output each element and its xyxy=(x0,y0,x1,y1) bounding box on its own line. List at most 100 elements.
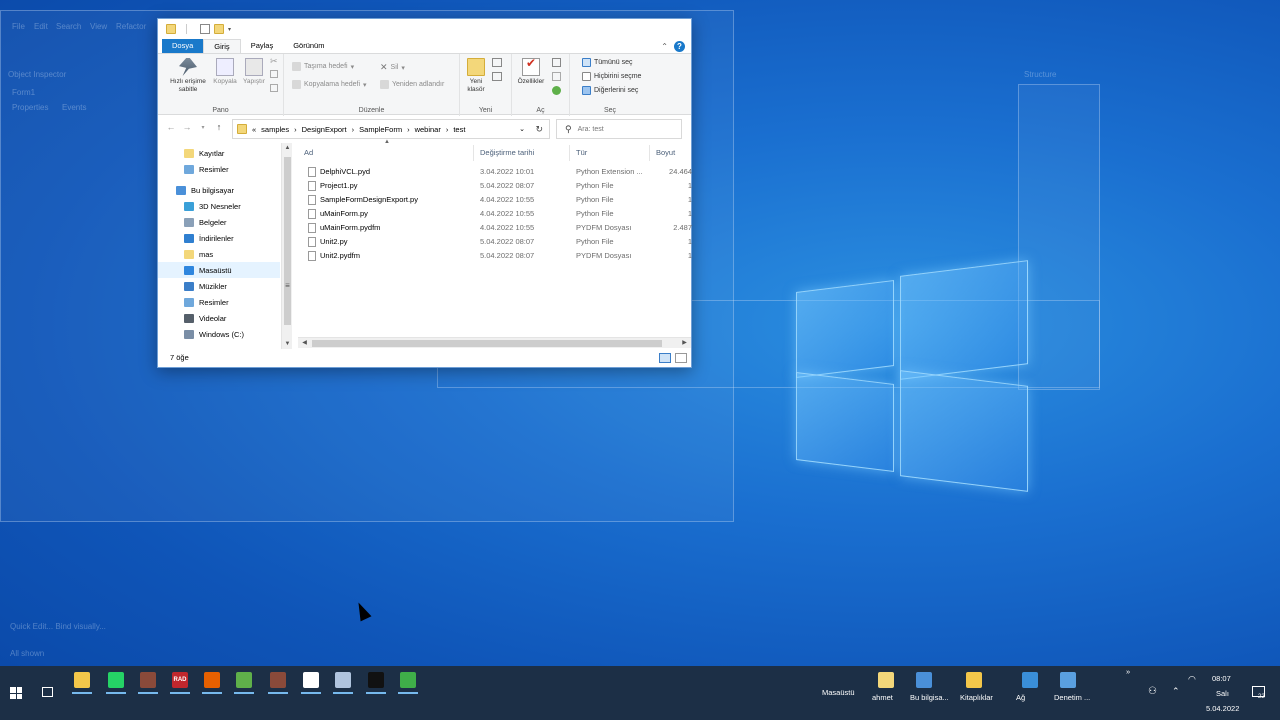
file-row[interactable]: Unit2.pydfm 5.04.2022 08:07 PYDFM Dosyası 1 xyxy=(298,249,692,263)
help-icon[interactable]: ? xyxy=(674,41,685,52)
back-icon[interactable]: ← xyxy=(166,122,176,132)
toolbar-shortcut-label[interactable]: Kitaplıklar xyxy=(960,693,993,702)
copy-to-button[interactable]: Kopyalama hedefi ▾ xyxy=(292,80,367,89)
paste-shortcut-icon[interactable] xyxy=(270,84,278,92)
nav-item[interactable]: Bu bilgisayar xyxy=(158,182,280,198)
chevron-up-icon[interactable]: ⌃ xyxy=(1172,686,1180,697)
nav-scrollbar[interactable]: ▲ ▼ ≡ xyxy=(281,143,292,349)
column-type[interactable]: Tür xyxy=(570,145,650,161)
scroll-up-icon[interactable]: ▲ xyxy=(282,145,293,151)
delete-button[interactable]: ✕ Sil ▾ xyxy=(380,62,405,73)
scroll-right-icon[interactable]: ▶ xyxy=(679,339,690,346)
nav-item[interactable]: mas xyxy=(158,246,280,262)
terminal-icon[interactable] xyxy=(368,672,384,688)
file-row[interactable]: Project1.py 5.04.2022 08:07 Python File 1 xyxy=(298,179,692,193)
tab-home[interactable]: Giriş xyxy=(203,39,241,53)
toolbar-shortcut-label[interactable]: Ağ xyxy=(1016,693,1025,702)
invert-selection-button[interactable]: Diğerlerini seç xyxy=(582,86,638,95)
settings-icon[interactable] xyxy=(303,672,319,688)
ribbon-collapse-icon[interactable]: ⌃ xyxy=(661,42,668,51)
open-icon[interactable] xyxy=(552,58,561,67)
pin-quick-access-button[interactable]: Hızlı erişime sabitle xyxy=(164,58,212,94)
paste-button[interactable]: Yapıştır xyxy=(240,58,268,86)
task-view-icon[interactable] xyxy=(42,687,53,697)
recent-dropdown-icon[interactable]: ▾ xyxy=(198,124,208,131)
app-icon[interactable] xyxy=(140,672,156,688)
toolbar-shortcut-label[interactable]: Denetim ... xyxy=(1054,693,1090,702)
column-size[interactable]: Boyut xyxy=(650,145,694,161)
nav-item[interactable]: Belgeler xyxy=(158,214,280,230)
toolbar-shortcut-icon[interactable] xyxy=(1022,672,1038,688)
toolbar-shortcut-icon[interactable] xyxy=(916,672,932,688)
file-explorer-window[interactable]: ▾ Dosya Giriş Paylaş Görünüm ⌃ ? Hızlı e… xyxy=(157,18,692,368)
new-item-icon[interactable] xyxy=(492,58,502,67)
address-bar[interactable]: « samples › DesignExport › SampleForm › web… xyxy=(232,119,550,139)
tab-share[interactable]: Paylaş xyxy=(241,39,284,53)
scroll-down-icon[interactable]: ▼ xyxy=(282,341,293,347)
quick-access-dropdown-icon[interactable]: ▾ xyxy=(228,26,231,33)
toolbar-shortcut-label[interactable]: Bu bilgisa... xyxy=(910,693,949,702)
hscroll-thumb[interactable] xyxy=(312,340,662,347)
nav-item[interactable]: Resimler xyxy=(158,161,280,177)
toolbar-shortcut-icon[interactable] xyxy=(966,672,982,688)
start-windows-icon[interactable] xyxy=(10,687,22,699)
whatsapp-icon[interactable] xyxy=(108,672,124,688)
history-icon[interactable] xyxy=(552,86,561,95)
column-date[interactable]: Değiştirme tarihi xyxy=(474,145,570,161)
nav-item[interactable]: 3D Nesneler xyxy=(158,198,280,214)
clock-time[interactable]: 08:07 xyxy=(1212,674,1231,683)
clock-date[interactable]: 5.04.2022 xyxy=(1206,704,1239,713)
details-view-icon[interactable] xyxy=(659,353,671,363)
move-to-button[interactable]: Taşıma hedefi ▾ xyxy=(292,62,354,71)
network-icon[interactable]: ◠ xyxy=(1188,674,1196,685)
nav-item[interactable]: Videolar xyxy=(158,310,280,326)
file-row[interactable]: uMainForm.pydfm 4.04.2022 10:55 PYDFM Dosy… xyxy=(298,221,692,235)
scroll-thumb[interactable] xyxy=(284,157,291,325)
taskbar-overflow-icon[interactable]: » xyxy=(1126,667,1130,676)
breadcrumb-test[interactable]: test xyxy=(453,125,465,134)
scroll-left-icon[interactable]: ◀ xyxy=(299,339,310,346)
file-row[interactable]: uMainForm.py 4.04.2022 10:55 Python File 1 xyxy=(298,207,692,221)
forward-icon[interactable]: → xyxy=(182,122,192,132)
breadcrumb-overflow[interactable]: « xyxy=(252,125,256,134)
rename-button[interactable]: Yeniden adlandır xyxy=(380,80,444,89)
properties-button[interactable]: ✔ Özellikler xyxy=(514,57,548,86)
address-dropdown-icon[interactable]: ⌄ xyxy=(519,125,525,133)
virtualbox-icon[interactable] xyxy=(335,672,351,688)
properties-quick-icon[interactable] xyxy=(200,24,210,34)
navigation-pane[interactable]: Kayıtlar Resimler Bu bilgisayar 3D Nesneler… xyxy=(158,143,292,349)
refresh-icon[interactable]: ↻ xyxy=(535,124,543,135)
nav-item[interactable]: Resimler xyxy=(158,294,280,310)
tab-view[interactable]: Görünüm xyxy=(283,39,334,53)
python-icon[interactable] xyxy=(400,672,416,688)
notepad-icon[interactable] xyxy=(236,672,252,688)
file-row[interactable]: DelphiVCL.pyd 3.04.2022 10:01 Python Exten… xyxy=(298,165,692,179)
edit-icon[interactable] xyxy=(552,72,561,81)
toolbar-shortcut-label[interactable]: ahmet xyxy=(872,693,893,702)
breadcrumb-sampleform[interactable]: SampleForm xyxy=(359,125,402,134)
rad-studio-icon[interactable]: RAD xyxy=(172,672,188,688)
toolbar-shortcut-icon[interactable] xyxy=(1060,672,1076,688)
nav-item[interactable]: Kayıtlar xyxy=(158,145,280,161)
breadcrumb-webinar[interactable]: webinar xyxy=(415,125,441,134)
file-list-hscrollbar[interactable]: ◀ ▶ xyxy=(298,337,691,348)
nav-item[interactable]: Masaüstü xyxy=(158,262,280,278)
nav-item[interactable]: İndirilenler xyxy=(158,230,280,246)
large-icons-view-icon[interactable] xyxy=(675,353,687,363)
file-row[interactable]: SampleFormDesignExport.py 4.04.2022 10:55… xyxy=(298,193,692,207)
people-icon[interactable]: ⚇ xyxy=(1148,686,1157,697)
new-folder-button[interactable]: Yeni klasör xyxy=(462,58,490,94)
breadcrumb-samples[interactable]: samples xyxy=(261,125,289,134)
file-explorer-icon[interactable] xyxy=(74,672,90,688)
tab-file[interactable]: Dosya xyxy=(162,39,204,53)
desktop-toolbar-label[interactable]: Masaüstü xyxy=(822,688,855,697)
easy-access-icon[interactable] xyxy=(492,72,502,81)
toolbar-shortcut-icon[interactable] xyxy=(878,672,894,688)
new-folder-quick-icon[interactable] xyxy=(214,24,224,34)
copy-path-icon[interactable] xyxy=(270,70,278,78)
select-none-button[interactable]: Hiçbirini seçme xyxy=(582,72,641,81)
column-name[interactable]: Ad xyxy=(298,145,474,161)
nav-item[interactable]: Windows (C:) xyxy=(158,326,280,342)
clock-day[interactable]: Salı xyxy=(1216,689,1229,698)
firefox-icon[interactable] xyxy=(204,672,220,688)
